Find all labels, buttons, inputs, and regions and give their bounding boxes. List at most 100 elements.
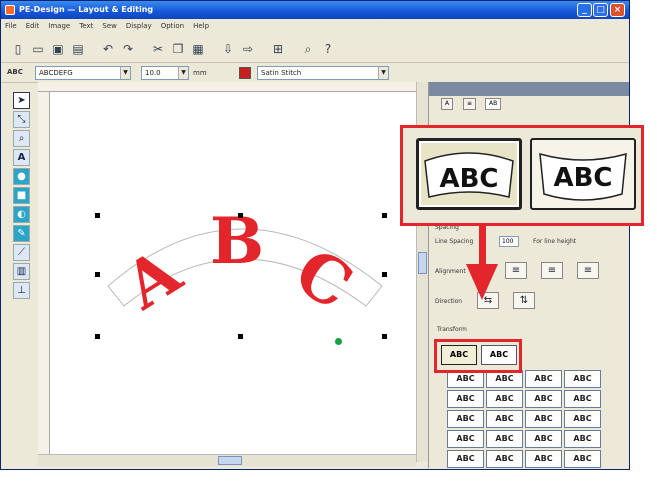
transform-cell[interactable]: ABC	[447, 390, 484, 408]
transform-cell[interactable]: ABC	[564, 390, 601, 408]
vertical-ruler	[38, 92, 50, 454]
color-swatch[interactable]	[239, 67, 251, 79]
tab-text[interactable]: A	[441, 98, 454, 110]
horizontal-ruler	[38, 82, 416, 92]
selection-handle[interactable]	[238, 213, 243, 218]
open-icon[interactable]: ▭	[29, 40, 47, 58]
sew-type-value: Satin Stitch	[261, 69, 302, 77]
direction-vertical-button[interactable]: ⇅	[513, 292, 535, 309]
close-button[interactable]: ×	[610, 3, 625, 17]
main-toolbar: ▯ ▭ ▣ ▤ ↶ ↷ ✂ ❐ ▦ ⇩ ⇨ ⊞ ⌕ ?	[1, 33, 629, 63]
format-bar: ABC ABCDEFG ▼ 10.0 ▼ mm Satin Stitch ▼	[1, 63, 629, 83]
help-icon[interactable]: ?	[319, 40, 337, 58]
direction-label: Direction	[435, 298, 463, 305]
transform-cell[interactable]: ABC	[525, 410, 562, 428]
point-edit-icon[interactable]: ⤡	[13, 111, 30, 128]
transform-cell[interactable]: ABC	[525, 430, 562, 448]
menu-image[interactable]: Image	[48, 22, 70, 30]
transform-cell[interactable]: ABC	[447, 430, 484, 448]
stitch-icon[interactable]: ⊥	[13, 282, 30, 299]
new-icon[interactable]: ▯	[9, 40, 27, 58]
transform-cell[interactable]: ABC	[525, 370, 562, 388]
pointer-arrow-shaft	[479, 226, 486, 266]
start-point-marker[interactable]	[335, 338, 342, 345]
chevron-down-icon: ▼	[120, 67, 130, 79]
zoom-icon[interactable]: ⌕	[13, 130, 30, 147]
cut-icon[interactable]: ✂	[149, 40, 167, 58]
tool-palette: ➤ ⤡ ⌕ A ● ■ ◐ ✎ ⟋ ▥ ⊥	[12, 90, 32, 370]
outline-icon[interactable]: ◐	[13, 206, 30, 223]
design-canvas[interactable]: A B C	[50, 92, 416, 454]
copy-icon[interactable]: ❐	[169, 40, 187, 58]
shape-circle-icon[interactable]: ●	[13, 168, 30, 185]
transform-cell[interactable]: ABC	[525, 450, 562, 468]
unit-label: mm	[193, 69, 207, 77]
menu-sew[interactable]: Sew	[102, 22, 116, 30]
paste-icon[interactable]: ▦	[189, 40, 207, 58]
selection-handle[interactable]	[95, 213, 100, 218]
vertical-scroll-thumb[interactable]	[418, 252, 427, 274]
menu-help[interactable]: Help	[193, 22, 209, 30]
horizontal-scroll-thumb[interactable]	[218, 456, 242, 465]
line-spacing-label: Line Spacing	[435, 238, 474, 245]
selection-handle[interactable]	[382, 213, 387, 218]
selection-handle[interactable]	[382, 334, 387, 339]
size-value: 10.0	[145, 69, 161, 77]
menu-edit[interactable]: Edit	[26, 22, 40, 30]
size-select[interactable]: 10.0 ▼	[141, 66, 189, 80]
align-left-button[interactable]: ≡	[505, 262, 527, 279]
tab-lines[interactable]: ≡	[463, 98, 477, 110]
transform-cell[interactable]: ABC	[486, 450, 523, 468]
send-icon[interactable]: ⇨	[239, 40, 257, 58]
transform-cell[interactable]: ABC	[525, 390, 562, 408]
measure-icon[interactable]: ⟋	[13, 244, 30, 261]
selection-handle[interactable]	[382, 272, 387, 277]
select-icon[interactable]: ➤	[13, 92, 30, 109]
transform-cell[interactable]: ABC	[564, 450, 601, 468]
pointer-arrow-head	[466, 264, 498, 300]
callout-highlight	[400, 125, 644, 226]
tab-transform[interactable]: AB	[485, 98, 502, 110]
panel-header	[429, 82, 629, 96]
redo-icon[interactable]: ↷	[119, 40, 137, 58]
window-title: PE-Design — Layout & Editing	[19, 5, 154, 14]
menu-display[interactable]: Display	[126, 22, 152, 30]
minimize-button[interactable]: _	[577, 3, 592, 17]
transform-cell[interactable]: ABC	[486, 390, 523, 408]
transform-cell[interactable]: ABC	[486, 410, 523, 428]
selection-handle[interactable]	[238, 334, 243, 339]
selection-handle[interactable]	[95, 334, 100, 339]
grid-icon[interactable]: ⊞	[269, 40, 287, 58]
transform-cell[interactable]: ABC	[447, 450, 484, 468]
app-icon	[5, 5, 15, 15]
undo-icon[interactable]: ↶	[99, 40, 117, 58]
horizontal-scrollbar[interactable]	[38, 454, 416, 466]
font-select[interactable]: ABCDEFG ▼	[35, 66, 131, 80]
print-icon[interactable]: ▤	[69, 40, 87, 58]
zoom-icon[interactable]: ⌕	[299, 40, 317, 58]
menu-bar: File Edit Image Text Sew Display Option …	[1, 19, 629, 33]
text-icon[interactable]: A	[13, 149, 30, 166]
transform-cell[interactable]: ABC	[486, 430, 523, 448]
menu-file[interactable]: File	[5, 22, 17, 30]
selection-handle[interactable]	[95, 272, 100, 277]
align-center-button[interactable]: ≡	[541, 262, 563, 279]
sew-type-select[interactable]: Satin Stitch ▼	[257, 66, 389, 80]
align-right-button[interactable]: ≡	[577, 262, 599, 279]
pattern-icon[interactable]: ▥	[13, 263, 30, 280]
maximize-button[interactable]: □	[593, 3, 608, 17]
chevron-down-icon: ▼	[378, 67, 388, 79]
text-value: ABC	[7, 68, 23, 76]
transform-cell[interactable]: ABC	[564, 370, 601, 388]
transform-cell[interactable]: ABC	[447, 410, 484, 428]
transform-cell[interactable]: ABC	[564, 430, 601, 448]
shape-rect-icon[interactable]: ■	[13, 187, 30, 204]
menu-text[interactable]: Text	[79, 22, 93, 30]
transform-label: Transform	[437, 326, 467, 333]
line-spacing-input[interactable]: 100	[499, 236, 519, 247]
brush-icon[interactable]: ✎	[13, 225, 30, 242]
save-icon[interactable]: ▣	[49, 40, 67, 58]
import-icon[interactable]: ⇩	[219, 40, 237, 58]
transform-cell[interactable]: ABC	[564, 410, 601, 428]
menu-option[interactable]: Option	[161, 22, 184, 30]
